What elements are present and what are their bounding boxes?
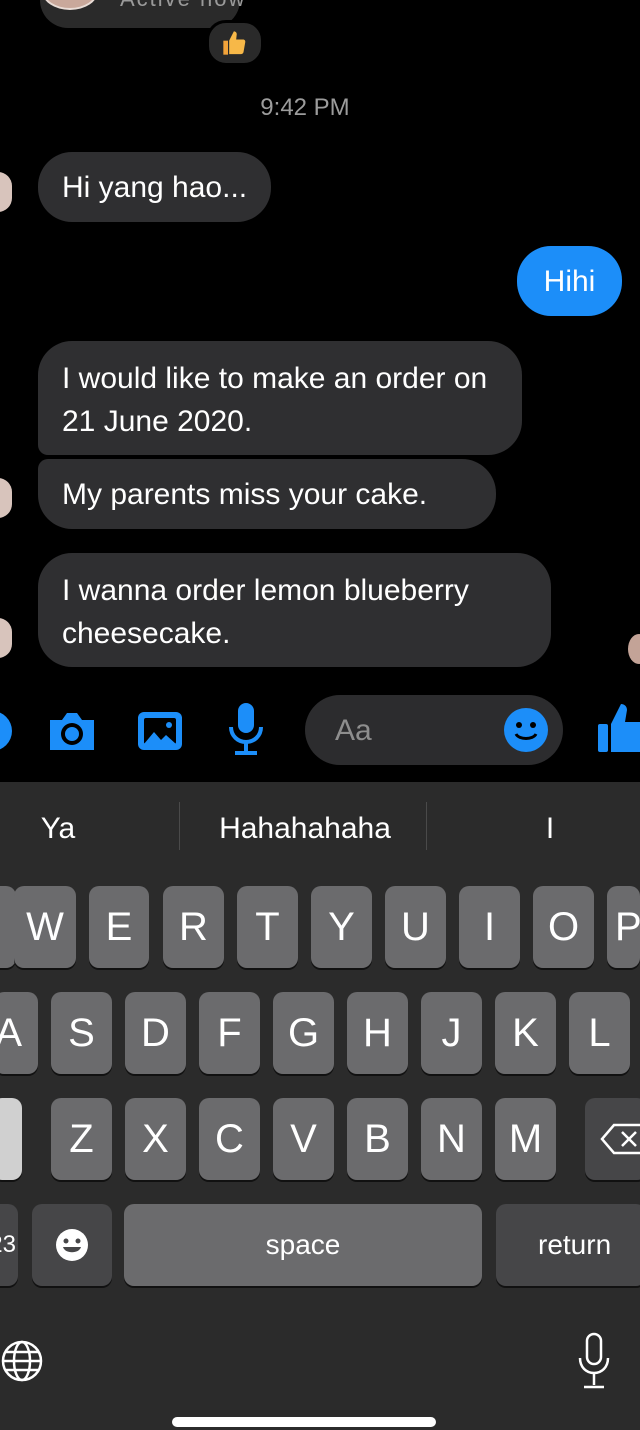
sender-avatar[interactable]: [0, 478, 12, 518]
emoji-icon: [56, 1229, 88, 1261]
incoming-message[interactable]: I wanna order lemon blueberry cheesecake…: [38, 553, 551, 667]
key-o[interactable]: O: [533, 886, 594, 968]
key-z[interactable]: Z: [51, 1098, 112, 1180]
key-j[interactable]: J: [421, 992, 482, 1074]
suggestion-item[interactable]: Hahahahaha: [190, 812, 420, 846]
thumbs-up-icon: [223, 31, 246, 55]
emoji-icon[interactable]: [503, 707, 549, 753]
key-b[interactable]: B: [347, 1098, 408, 1180]
message-input[interactable]: [333, 707, 497, 755]
backspace-icon: [600, 1123, 640, 1155]
thumbs-up-reaction[interactable]: [206, 20, 264, 66]
outgoing-message[interactable]: Hihi: [517, 246, 622, 316]
thumbs-up-icon[interactable]: [598, 700, 640, 756]
key-u[interactable]: U: [385, 886, 446, 968]
sender-avatar[interactable]: [0, 618, 12, 658]
numbers-key[interactable]: 123: [0, 1204, 18, 1286]
key-f[interactable]: F: [199, 992, 260, 1074]
active-status-text: Active now: [120, 0, 246, 12]
key-t[interactable]: T: [237, 886, 298, 968]
key-w[interactable]: W: [14, 886, 76, 968]
return-key[interactable]: return: [496, 1204, 640, 1286]
key-m[interactable]: M: [495, 1098, 556, 1180]
message-timestamp: 9:42 PM: [260, 94, 350, 121]
delete-key[interactable]: [585, 1098, 640, 1180]
key-v[interactable]: V: [273, 1098, 334, 1180]
key-r[interactable]: R: [163, 886, 224, 968]
key-d[interactable]: D: [125, 992, 186, 1074]
incoming-message[interactable]: My parents miss your cake.: [38, 459, 496, 529]
key-c[interactable]: C: [199, 1098, 260, 1180]
suggestion-item[interactable]: Ya: [20, 812, 96, 846]
microphone-icon[interactable]: [226, 700, 266, 760]
key-n[interactable]: N: [421, 1098, 482, 1180]
key-k[interactable]: K: [495, 992, 556, 1074]
camera-icon[interactable]: [44, 706, 100, 756]
home-indicator[interactable]: [172, 1417, 436, 1427]
key-h[interactable]: H: [347, 992, 408, 1074]
dictation-icon[interactable]: [574, 1332, 614, 1390]
suggestion-divider: [426, 802, 427, 850]
key-p[interactable]: P: [607, 886, 640, 968]
more-actions-icon[interactable]: [0, 708, 12, 754]
key-a[interactable]: A: [0, 992, 38, 1074]
shift-key[interactable]: [0, 1098, 22, 1180]
globe-icon[interactable]: [0, 1338, 44, 1384]
incoming-message[interactable]: Hi yang hao...: [38, 152, 272, 222]
suggestion-item[interactable]: I: [520, 812, 580, 846]
key-s[interactable]: S: [51, 992, 112, 1074]
key-e[interactable]: E: [89, 886, 149, 968]
gallery-icon[interactable]: [134, 706, 186, 756]
incoming-message[interactable]: I would like to make an order on 21 June…: [38, 341, 522, 455]
key-x[interactable]: X: [125, 1098, 186, 1180]
message-input-pill[interactable]: [305, 695, 563, 765]
key-y[interactable]: Y: [311, 886, 372, 968]
suggestion-divider: [179, 802, 180, 850]
seen-indicator-avatar: [628, 634, 640, 664]
key-l[interactable]: L: [569, 992, 630, 1074]
emoji-key[interactable]: [32, 1204, 112, 1286]
key-i[interactable]: I: [459, 886, 520, 968]
sender-avatar[interactable]: [0, 172, 12, 212]
key-g[interactable]: G: [273, 992, 334, 1074]
space-key[interactable]: space: [124, 1204, 482, 1286]
